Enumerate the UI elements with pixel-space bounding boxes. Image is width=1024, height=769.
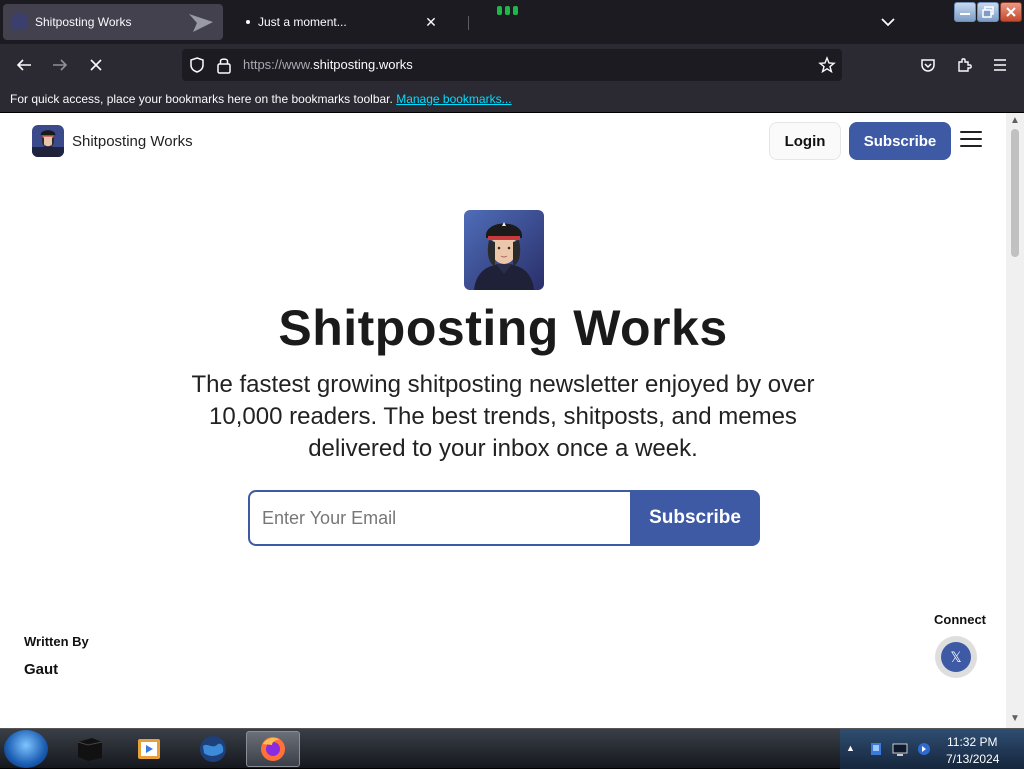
pocket-icon — [921, 59, 935, 72]
bookmarks-toolbar: For quick access, place your bookmarks h… — [0, 86, 1024, 112]
subscribe-button[interactable]: Subscribe — [849, 122, 951, 160]
arrow-right-icon — [53, 59, 68, 71]
stop-x-icon — [90, 59, 102, 71]
arrow-left-icon — [16, 59, 31, 71]
close-icon — [1006, 7, 1016, 17]
start-button[interactable] — [4, 730, 48, 768]
menu-button[interactable] — [960, 131, 982, 151]
author-name[interactable]: Gaut — [24, 661, 58, 678]
clock-time[interactable]: 11:32 PM — [947, 735, 997, 749]
forward-button[interactable] — [50, 55, 70, 75]
scroll-down-icon[interactable]: ▼ — [1010, 714, 1020, 724]
restore-button[interactable] — [977, 2, 999, 22]
written-by-label: Written By — [24, 634, 89, 649]
scroll-thumb[interactable] — [1011, 129, 1019, 257]
taskbar-media-player[interactable] — [122, 731, 176, 767]
scrollbar[interactable]: ▲ ▼ — [1006, 113, 1024, 728]
clock-date[interactable]: 7/13/2024 — [946, 752, 999, 766]
globe-icon — [200, 736, 226, 762]
email-input[interactable] — [248, 490, 632, 546]
chevron-down-icon[interactable] — [878, 12, 898, 32]
minimize-icon — [960, 13, 970, 15]
stop-button[interactable] — [86, 55, 106, 75]
bookmarks-hint: For quick access, place your bookmarks h… — [10, 92, 393, 106]
back-button[interactable] — [14, 55, 34, 75]
lock-icon[interactable] — [216, 56, 232, 74]
brand-name[interactable]: Shitposting Works — [72, 133, 193, 150]
shield-icon[interactable] — [188, 56, 206, 74]
tab-title: Shitposting Works — [35, 15, 132, 29]
hero-avatar — [464, 210, 544, 290]
pocket-button[interactable] — [918, 55, 938, 75]
hamburger-icon — [960, 131, 982, 133]
firefox-icon — [261, 737, 285, 761]
url-domain: shitposting.works — [313, 57, 413, 72]
show-hidden-icons-icon[interactable]: ▲ — [846, 743, 855, 753]
close-window-button[interactable] — [1000, 2, 1022, 22]
hero-description: The fastest growing shitposting newslett… — [191, 371, 815, 462]
scroll-up-icon[interactable]: ▲ — [1010, 116, 1020, 126]
dark-box-icon — [77, 738, 103, 761]
loading-dot-icon — [246, 20, 250, 24]
login-button[interactable]: Login — [769, 122, 841, 160]
media-player-icon — [138, 739, 160, 759]
subscribe-form: Subscribe — [248, 490, 760, 546]
extensions-button[interactable] — [954, 55, 974, 75]
x-social-link[interactable]: 𝕏 — [935, 636, 977, 678]
window-controls — [954, 2, 1022, 22]
tab-title: Just a moment... — [258, 15, 347, 29]
close-tab-icon[interactable]: ✕ — [422, 13, 440, 31]
restore-icon — [982, 6, 994, 18]
volume-icon[interactable] — [916, 741, 932, 757]
hero-title: Shitposting Works — [278, 300, 728, 356]
tab-bar: Shitposting Works Just a moment... ✕ — [0, 0, 1024, 44]
url-text[interactable]: https://www.shitposting.works — [243, 57, 413, 72]
navigation-toolbar: https://www.shitposting.works — [0, 44, 1024, 86]
manage-bookmarks-link[interactable]: Manage bookmarks... — [396, 92, 511, 106]
star-bookmark-icon[interactable] — [818, 56, 836, 74]
avatar-image — [32, 125, 64, 157]
x-icon: 𝕏 — [941, 642, 971, 672]
url-prefix: https://www. — [243, 57, 314, 72]
site-header: Shitposting Works Login Subscribe — [0, 113, 1006, 171]
brand-logo-avatar[interactable] — [32, 125, 64, 157]
connect-label: Connect — [934, 612, 986, 627]
taskbar-firefox[interactable] — [246, 731, 300, 767]
paper-plane-icon — [189, 14, 213, 32]
site-favicon-icon — [11, 14, 27, 30]
minimize-button[interactable] — [954, 2, 976, 22]
hamburger-icon — [994, 59, 1006, 71]
url-bar[interactable]: https://www.shitposting.works — [182, 49, 842, 81]
taskbar-file-manager[interactable] — [62, 731, 116, 767]
network-shield-icon[interactable] — [868, 741, 884, 757]
app-menu-button[interactable] — [990, 55, 1010, 75]
puzzle-icon — [958, 58, 972, 72]
avatar-image — [464, 210, 544, 290]
taskbar: ▲ 11:32 PM 7/13/2024 — [0, 728, 1024, 769]
tab-shitposting-works[interactable]: Shitposting Works — [3, 4, 223, 40]
tab-separator — [468, 16, 469, 30]
window-decoration-icon — [497, 6, 518, 15]
monitor-icon[interactable] — [892, 741, 908, 757]
system-tray: ▲ 11:32 PM 7/13/2024 — [840, 729, 1024, 769]
subscribe-submit-button[interactable]: Subscribe — [630, 490, 760, 546]
taskbar-browser-globe[interactable] — [186, 731, 240, 767]
web-page: Shitposting Works Login Subscribe Shitpo… — [0, 113, 1006, 728]
tab-just-a-moment[interactable]: Just a moment... ✕ — [236, 4, 446, 40]
